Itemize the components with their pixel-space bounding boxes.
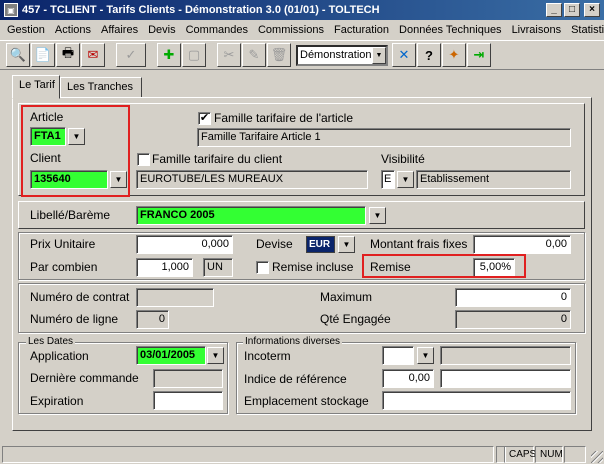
numero-ligne-field: 0 — [136, 310, 169, 329]
devise-dropdown-icon[interactable]: ▼ — [338, 236, 355, 253]
magnifier-icon[interactable]: 🔍 — [6, 43, 30, 67]
indice-reference-field[interactable]: 0,00 — [382, 369, 434, 388]
derniere-commande-label: Dernière commande — [30, 371, 139, 385]
menu-facturation[interactable]: Facturation — [329, 24, 394, 36]
incoterm-code-field[interactable] — [382, 346, 414, 365]
numero-ligne-label: Numéro de ligne — [30, 312, 119, 326]
tab-les-tranches[interactable]: Les Tranches — [60, 77, 142, 98]
minimize-button[interactable]: _ — [546, 3, 562, 17]
caps-indicator: CAPS — [504, 446, 536, 463]
status-cell — [564, 446, 586, 463]
company-select[interactable]: Démonstration 3. ▼ — [296, 44, 388, 66]
famille-article-checkbox[interactable]: ✔ — [198, 112, 211, 125]
resize-grip-icon[interactable] — [591, 451, 603, 463]
remise-incluse-label: Remise incluse — [272, 260, 354, 274]
edit-icon[interactable]: ✎ — [242, 43, 266, 67]
chevron-down-icon[interactable]: ▼ — [372, 46, 386, 64]
toolbar: 🔍 📄 🖶 ✉ ✓ ✚ ▢ ✂ ✎ 🗑 Démonstration 3. ▼ ✕… — [0, 40, 604, 70]
copy-icon[interactable]: ▢ — [182, 43, 206, 67]
par-combien-field[interactable]: 1,000 — [136, 258, 193, 277]
famille-article-field: Famille Tarifaire Article 1 — [197, 128, 571, 147]
tools-icon[interactable]: ✕ — [392, 43, 416, 67]
status-message — [2, 446, 494, 463]
famille-client-label: Famille tarifaire du client — [152, 152, 283, 166]
frais-field[interactable]: 0,00 — [473, 235, 571, 254]
application-label: Application — [30, 349, 89, 363]
infos-group-label: Informations diverses — [243, 336, 343, 347]
qte-engagee-label: Qté Engagée — [320, 312, 391, 326]
printer-icon[interactable]: 🖶 — [56, 43, 80, 67]
visibilite-code-field[interactable]: E — [381, 170, 395, 189]
app-icon[interactable]: ▣ — [4, 3, 18, 17]
numero-contrat-label: Numéro de contrat — [30, 290, 130, 304]
save-icon[interactable]: ✓ — [116, 43, 146, 67]
menu-devis[interactable]: Devis — [143, 24, 181, 36]
application-date-field[interactable]: 03/01/2005 — [136, 346, 206, 365]
close-button[interactable]: × — [584, 3, 600, 17]
emplacement-stockage-field[interactable] — [382, 391, 571, 410]
incoterm-label: Incoterm — [244, 349, 291, 363]
incoterm-dropdown-icon[interactable]: ▼ — [417, 347, 434, 364]
emplacement-stockage-label: Emplacement stockage — [244, 394, 369, 408]
visibilite-dropdown-icon[interactable]: ▼ — [397, 171, 414, 188]
help-cursor-icon[interactable]: ? — [417, 43, 441, 67]
numero-contrat-field — [136, 288, 214, 307]
menu-commandes[interactable]: Commandes — [181, 24, 253, 36]
devise-label: Devise — [256, 237, 293, 251]
frais-label: Montant frais fixes — [370, 237, 468, 251]
dates-group-label: Les Dates — [26, 336, 76, 347]
menu-actions[interactable]: Actions — [50, 24, 96, 36]
window-title: 457 - TCLIENT - Tarifs Clients - Démonst… — [22, 4, 380, 16]
client-name-field: EUROTUBE/LES MUREAUX — [136, 170, 368, 189]
maximum-field[interactable]: 0 — [455, 288, 571, 307]
bareme-field[interactable]: FRANCO 2005 — [136, 206, 366, 225]
menu-commissions[interactable]: Commissions — [253, 24, 329, 36]
unite-field: UN — [203, 258, 233, 277]
par-combien-label: Par combien — [30, 260, 98, 274]
famille-article-label: Famille tarifaire de l'article — [214, 111, 354, 125]
menu-livraisons[interactable]: Livraisons — [507, 24, 567, 36]
indice-reference-label: Indice de référence — [244, 372, 347, 386]
status-bar: CAPS NUM — [0, 442, 604, 464]
qte-engagee-field: 0 — [455, 310, 571, 329]
title-bar: ▣ 457 - TCLIENT - Tarifs Clients - Démon… — [0, 0, 604, 20]
article-client-highlight — [21, 105, 130, 197]
menu-gestion[interactable]: Gestion — [2, 24, 50, 36]
bareme-label: Libellé/Barème — [30, 208, 111, 222]
incoterm-field — [440, 346, 571, 365]
tab-le-tarif[interactable]: Le Tarif — [12, 75, 60, 99]
bareme-dropdown-icon[interactable]: ▼ — [369, 207, 386, 224]
delete-icon[interactable]: 🗑 — [267, 43, 291, 67]
expiration-label: Expiration — [30, 394, 84, 408]
derniere-commande-field — [153, 369, 223, 388]
maximize-button[interactable]: □ — [564, 3, 580, 17]
printer-preview-icon[interactable]: 📄 — [31, 43, 55, 67]
magic-icon[interactable]: ✦ — [442, 43, 466, 67]
application-date-dropdown-icon[interactable]: ▼ — [207, 347, 224, 364]
expiration-field[interactable] — [153, 391, 223, 410]
prix-unitaire-field[interactable]: 0,000 — [136, 235, 233, 254]
remise-highlight — [362, 254, 526, 278]
menu-statistiques[interactable]: Statistiques — [566, 24, 604, 36]
cut-icon[interactable]: ✂ — [217, 43, 241, 67]
add-icon[interactable]: ✚ — [157, 43, 181, 67]
num-indicator: NUM — [535, 446, 563, 463]
devise-field[interactable]: EUR — [306, 236, 335, 253]
remise-incluse-checkbox[interactable] — [256, 261, 269, 274]
exit-icon[interactable]: ⇥ — [467, 43, 491, 67]
visibilite-label: Visibilité — [381, 152, 425, 166]
indice-extra-field[interactable] — [440, 369, 571, 388]
visibilite-field: Etablissement — [416, 170, 571, 189]
maximum-label: Maximum — [320, 290, 373, 304]
menu-donnees-techniques[interactable]: Données Techniques — [394, 24, 507, 36]
menu-bar: Gestion Actions Affaires Devis Commandes… — [0, 21, 604, 39]
prix-unitaire-label: Prix Unitaire — [30, 237, 96, 251]
menu-affaires[interactable]: Affaires — [96, 24, 143, 36]
famille-client-checkbox[interactable] — [137, 153, 150, 166]
mail-icon[interactable]: ✉ — [81, 43, 105, 67]
